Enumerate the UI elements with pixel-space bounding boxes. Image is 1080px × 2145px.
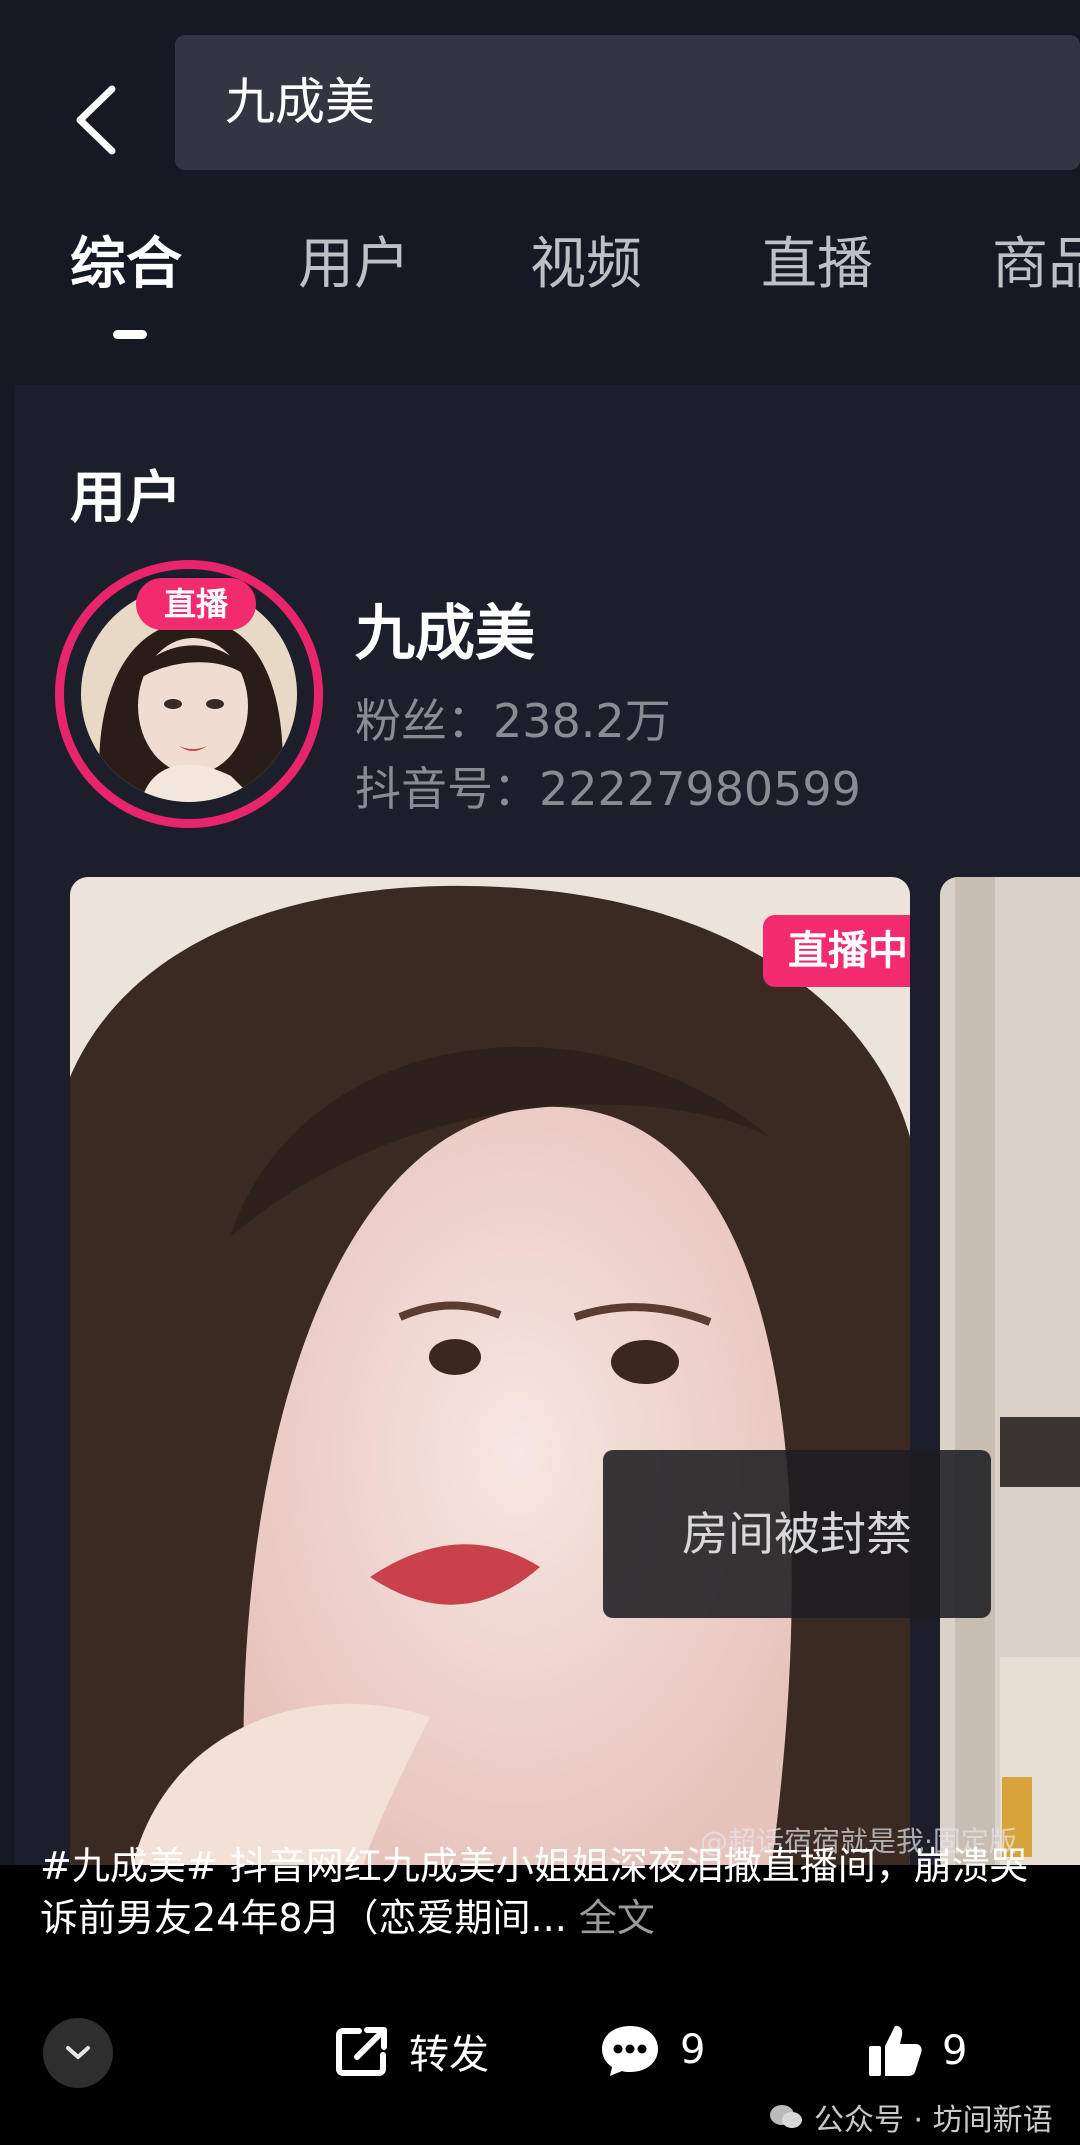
douyin-id-value: 22227980599 — [539, 762, 861, 816]
chevron-left-icon — [76, 85, 116, 155]
user-result-card: 用户 直播 九成美 粉丝：238.2万 抖音号：22227980599 直播中 … — [15, 385, 1080, 1865]
user-name[interactable]: 九成美 — [355, 585, 535, 672]
avatar[interactable]: 直播 — [55, 560, 323, 828]
tab-comprehensive[interactable]: 综合 — [70, 225, 182, 305]
collapse-button[interactable] — [43, 2018, 113, 2088]
live-cover-image — [70, 877, 910, 1865]
wechat-icon — [770, 2105, 802, 2128]
wechat-account-watermark: 公众号 · 坊间新语 — [768, 2095, 1053, 2139]
fans-label: 粉丝： — [355, 694, 493, 748]
next-result-cover[interactable] — [940, 877, 1080, 1865]
fans-count: 粉丝：238.2万 — [355, 685, 671, 751]
search-header: 九成美 — [0, 20, 1080, 205]
search-results-screen: 九成美 综合 用户 视频 直播 商品 用户 直播 九成美 粉丝：238.2万 抖… — [0, 0, 1080, 1865]
caption-expand-link[interactable]: 全文 — [579, 1896, 655, 1940]
thumbs-up-icon — [866, 2022, 924, 2080]
tab-users[interactable]: 用户 — [298, 225, 410, 305]
room-banned-toast: 房间被封禁 — [603, 1450, 991, 1618]
live-status-tag: 直播中 — [763, 915, 910, 987]
chevron-down-icon — [66, 2046, 90, 2059]
comment-count: 9 — [680, 2027, 706, 2073]
live-cover[interactable]: 直播中 — [70, 877, 910, 1865]
tab-videos[interactable]: 视频 — [530, 225, 642, 305]
share-button[interactable]: 转发 — [335, 2022, 489, 2080]
like-count: 9 — [942, 2028, 968, 2074]
active-tab-indicator — [113, 330, 147, 339]
next-cover-image — [940, 877, 1080, 1865]
post-action-bar: 转发 9 9 — [0, 2010, 1080, 2100]
search-query-text: 九成美 — [225, 73, 375, 131]
avatar-live-badge: 直播 — [136, 578, 256, 630]
like-button[interactable]: 9 — [866, 2022, 967, 2080]
comment-button[interactable]: 9 — [598, 2022, 705, 2078]
caption-text: #九成美# 抖音网红九成美小姐姐深夜泪撒直播间，崩溃哭诉前男友24年8月（恋爱期… — [40, 1844, 1028, 1940]
result-tabs: 综合 用户 视频 直播 商品 — [0, 215, 1080, 345]
comment-icon — [598, 2022, 662, 2078]
back-button[interactable] — [55, 55, 135, 185]
douyin-id: 抖音号：22227980599 — [355, 753, 861, 819]
share-icon — [335, 2025, 391, 2077]
share-label: 转发 — [409, 2032, 489, 2078]
fans-value: 238.2万 — [493, 694, 671, 748]
section-title: 用户 — [70, 466, 182, 531]
tab-products[interactable]: 商品 — [992, 225, 1080, 305]
post-caption: #九成美# 抖音网红九成美小姐姐深夜泪撒直播间，崩溃哭诉前男友24年8月（恋爱期… — [40, 1840, 1050, 1944]
douyin-id-label: 抖音号： — [355, 762, 539, 816]
tab-live[interactable]: 直播 — [761, 225, 873, 305]
footer-text: 公众号 · 坊间新语 — [814, 2103, 1053, 2138]
search-input[interactable]: 九成美 — [175, 35, 1080, 170]
